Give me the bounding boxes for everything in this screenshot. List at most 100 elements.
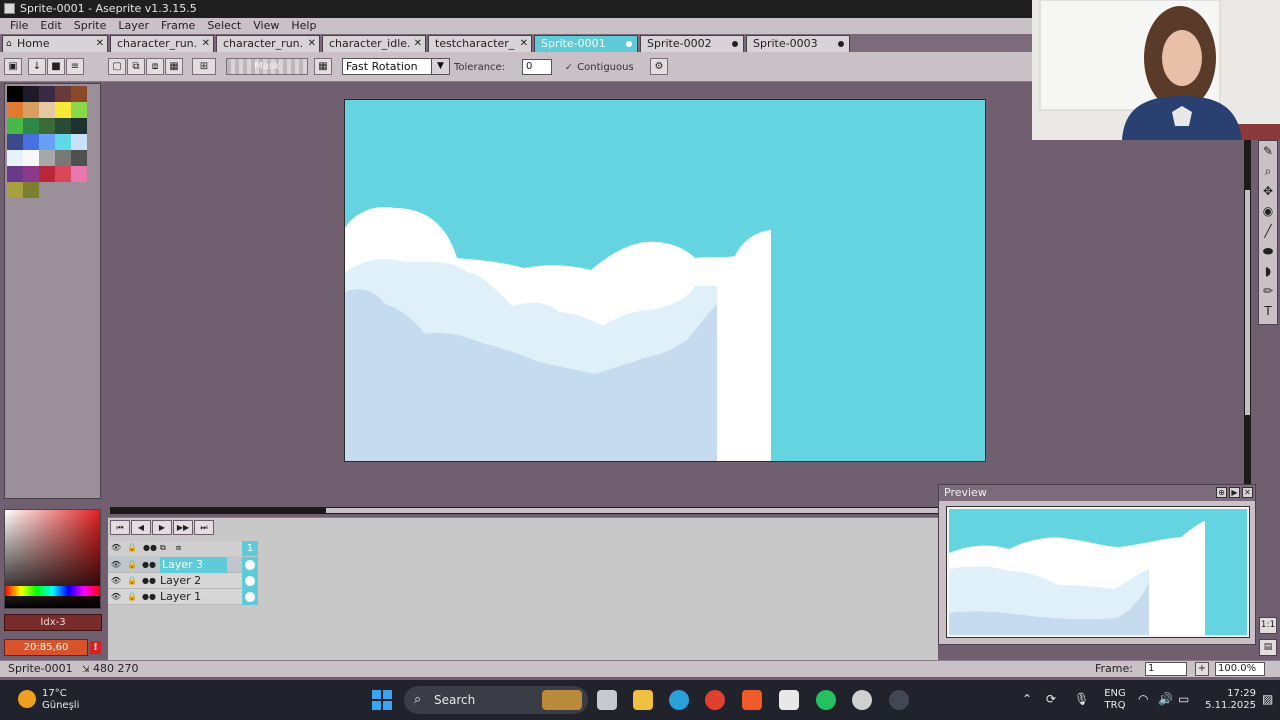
continuous-icon[interactable]: ●● bbox=[142, 559, 156, 571]
notification-icon[interactable]: ▨ bbox=[1262, 692, 1273, 706]
tab-home[interactable]: ⌂ Home ✕ bbox=[2, 35, 108, 52]
preview-title-bar[interactable]: Preview ⊕ ▶ ✕ bbox=[939, 485, 1255, 501]
menu-sprite[interactable]: Sprite bbox=[68, 18, 113, 34]
palette-swatch[interactable] bbox=[23, 150, 39, 166]
palette-swatch[interactable] bbox=[55, 150, 71, 166]
layer-name[interactable]: Layer 1 bbox=[160, 589, 201, 605]
tab-character-idle[interactable]: character_idle. ✕ bbox=[322, 35, 426, 52]
settings-sliders-icon[interactable]: ⚙ bbox=[650, 58, 668, 75]
palette-swatch[interactable] bbox=[71, 166, 87, 182]
pivot-icon[interactable]: ▦ bbox=[314, 58, 332, 75]
lock-icon[interactable]: 🔒 bbox=[126, 591, 138, 603]
clock[interactable]: 17:29 5.11.2025 bbox=[1196, 688, 1256, 712]
zoom-icon[interactable]: ⌕ bbox=[1259, 161, 1277, 181]
continuous-header-icon[interactable]: ●● bbox=[143, 543, 157, 552]
palette-swatch[interactable] bbox=[7, 182, 23, 198]
edge-icon[interactable] bbox=[669, 690, 689, 710]
tab-sprite-0003[interactable]: Sprite-0003 bbox=[746, 35, 850, 52]
close-icon[interactable]: ✕ bbox=[308, 36, 316, 52]
palette-swatch[interactable] bbox=[23, 86, 39, 102]
sprite-canvas[interactable] bbox=[344, 99, 986, 462]
windows-start-icon[interactable] bbox=[372, 690, 392, 710]
add-frame-icon[interactable]: + bbox=[1195, 662, 1209, 676]
brave-icon[interactable] bbox=[742, 690, 762, 710]
layer-row-layer-1[interactable]: 👁 🔒 ●● Layer 1 bbox=[108, 589, 258, 605]
microphone-icon[interactable]: 🎙 bbox=[1074, 692, 1089, 706]
pixel-ratio-button[interactable]: 1:1 bbox=[1259, 617, 1277, 634]
tab-testcharacter[interactable]: testcharacter_ ✕ bbox=[428, 35, 532, 52]
palette-swatch[interactable] bbox=[71, 134, 87, 150]
palette-swatch[interactable] bbox=[23, 166, 39, 182]
cel[interactable] bbox=[242, 573, 258, 589]
frame-number-header[interactable]: 1 bbox=[242, 541, 258, 556]
taskbar-search[interactable]: ⌕ Search bbox=[404, 686, 588, 714]
horizontal-scrollbar[interactable] bbox=[110, 507, 940, 514]
sync-icon[interactable]: ⟳ bbox=[1046, 692, 1056, 706]
arrow-down-icon[interactable]: ↓ bbox=[28, 58, 46, 75]
wifi-icon[interactable]: ◠ bbox=[1138, 692, 1148, 706]
palette-swatch[interactable] bbox=[39, 166, 55, 182]
task-view-icon[interactable] bbox=[597, 690, 617, 710]
layout-icon[interactable]: ▤ bbox=[1259, 639, 1277, 656]
palette-swatch[interactable] bbox=[71, 102, 87, 118]
palette-swatch[interactable] bbox=[39, 150, 55, 166]
lock-icon[interactable]: 🔒 bbox=[126, 559, 138, 571]
aseprite-taskbar-icon[interactable] bbox=[779, 690, 799, 710]
volume-icon[interactable]: 🔊 bbox=[1158, 692, 1173, 706]
palette-swatch[interactable] bbox=[7, 134, 23, 150]
palette-swatch[interactable] bbox=[55, 102, 71, 118]
blur-icon[interactable]: ◗ bbox=[1259, 261, 1277, 281]
tolerance-input[interactable]: 0 bbox=[522, 59, 552, 75]
palette-swatch[interactable] bbox=[55, 86, 71, 102]
close-icon[interactable]: ✕ bbox=[520, 36, 528, 52]
palette-swatch[interactable] bbox=[39, 118, 55, 134]
scrollbar-thumb[interactable] bbox=[1245, 190, 1250, 415]
menu-edit[interactable]: Edit bbox=[34, 18, 67, 34]
palette-swatch[interactable] bbox=[7, 150, 23, 166]
selection-add-icon[interactable]: ⧉ bbox=[127, 58, 145, 75]
preview-image[interactable] bbox=[946, 506, 1250, 638]
menu-select[interactable]: Select bbox=[201, 18, 247, 34]
palette-swatch[interactable] bbox=[23, 118, 39, 134]
lock-icon[interactable]: 🔒 bbox=[126, 575, 138, 587]
menu-layer[interactable]: Layer bbox=[112, 18, 155, 34]
hue-slider[interactable] bbox=[5, 586, 100, 596]
layer-row-layer-3[interactable]: 👁 🔒 ●● Layer 3 bbox=[108, 557, 258, 573]
play-icon[interactable]: ▶ bbox=[1229, 487, 1240, 498]
selection-subtract-icon[interactable]: ⧈ bbox=[146, 58, 164, 75]
color-value-readout[interactable]: 20:85,60 bbox=[4, 639, 88, 656]
chevron-up-icon[interactable]: ⌃ bbox=[1022, 692, 1032, 706]
menu-view[interactable]: View bbox=[247, 18, 285, 34]
previous-frame-icon[interactable]: ◀ bbox=[131, 520, 151, 535]
palette-swatch[interactable] bbox=[39, 86, 55, 102]
palette-swatch[interactable] bbox=[55, 166, 71, 182]
mask-button[interactable]: Mask bbox=[226, 58, 308, 75]
layers-header-icon[interactable]: ⧉ bbox=[160, 543, 166, 553]
pin-icon[interactable]: ⊕ bbox=[1216, 487, 1227, 498]
visibility-header-icon[interactable]: 👁 bbox=[111, 543, 121, 552]
fill-bucket-icon[interactable]: ◉ bbox=[1259, 201, 1277, 221]
lock-header-icon[interactable]: 🔒 bbox=[127, 543, 137, 552]
link-header-icon[interactable]: ⧈ bbox=[176, 543, 181, 553]
tab-sprite-0002[interactable]: Sprite-0002 bbox=[640, 35, 744, 52]
palette-swatch[interactable] bbox=[39, 102, 55, 118]
close-icon[interactable]: ✕ bbox=[414, 36, 422, 52]
cel[interactable] bbox=[242, 589, 258, 605]
line-icon[interactable]: ╱ bbox=[1259, 221, 1277, 241]
last-frame-icon[interactable]: ⏭ bbox=[194, 520, 214, 535]
pencil-icon[interactable]: ✏ bbox=[1259, 281, 1277, 301]
palette-swatch[interactable] bbox=[71, 86, 87, 102]
layer-row-layer-2[interactable]: 👁 🔒 ●● Layer 2 bbox=[108, 573, 258, 589]
stop-icon[interactable]: ■ bbox=[47, 58, 65, 75]
palette-swatch[interactable] bbox=[7, 166, 23, 182]
palette-swatch[interactable] bbox=[23, 134, 39, 150]
palette-swatch[interactable] bbox=[39, 134, 55, 150]
continuous-icon[interactable]: ●● bbox=[142, 575, 156, 587]
first-frame-icon[interactable]: ⏮ bbox=[110, 520, 130, 535]
eye-icon[interactable]: 👁 bbox=[110, 559, 122, 571]
layer-name[interactable]: Layer 2 bbox=[160, 573, 201, 589]
eye-icon[interactable]: 👁 bbox=[110, 591, 122, 603]
tab-character-run-1[interactable]: character_run. ✕ bbox=[110, 35, 214, 52]
menu-help[interactable]: Help bbox=[285, 18, 322, 34]
lock-icon[interactable]: ▣ bbox=[4, 58, 22, 75]
